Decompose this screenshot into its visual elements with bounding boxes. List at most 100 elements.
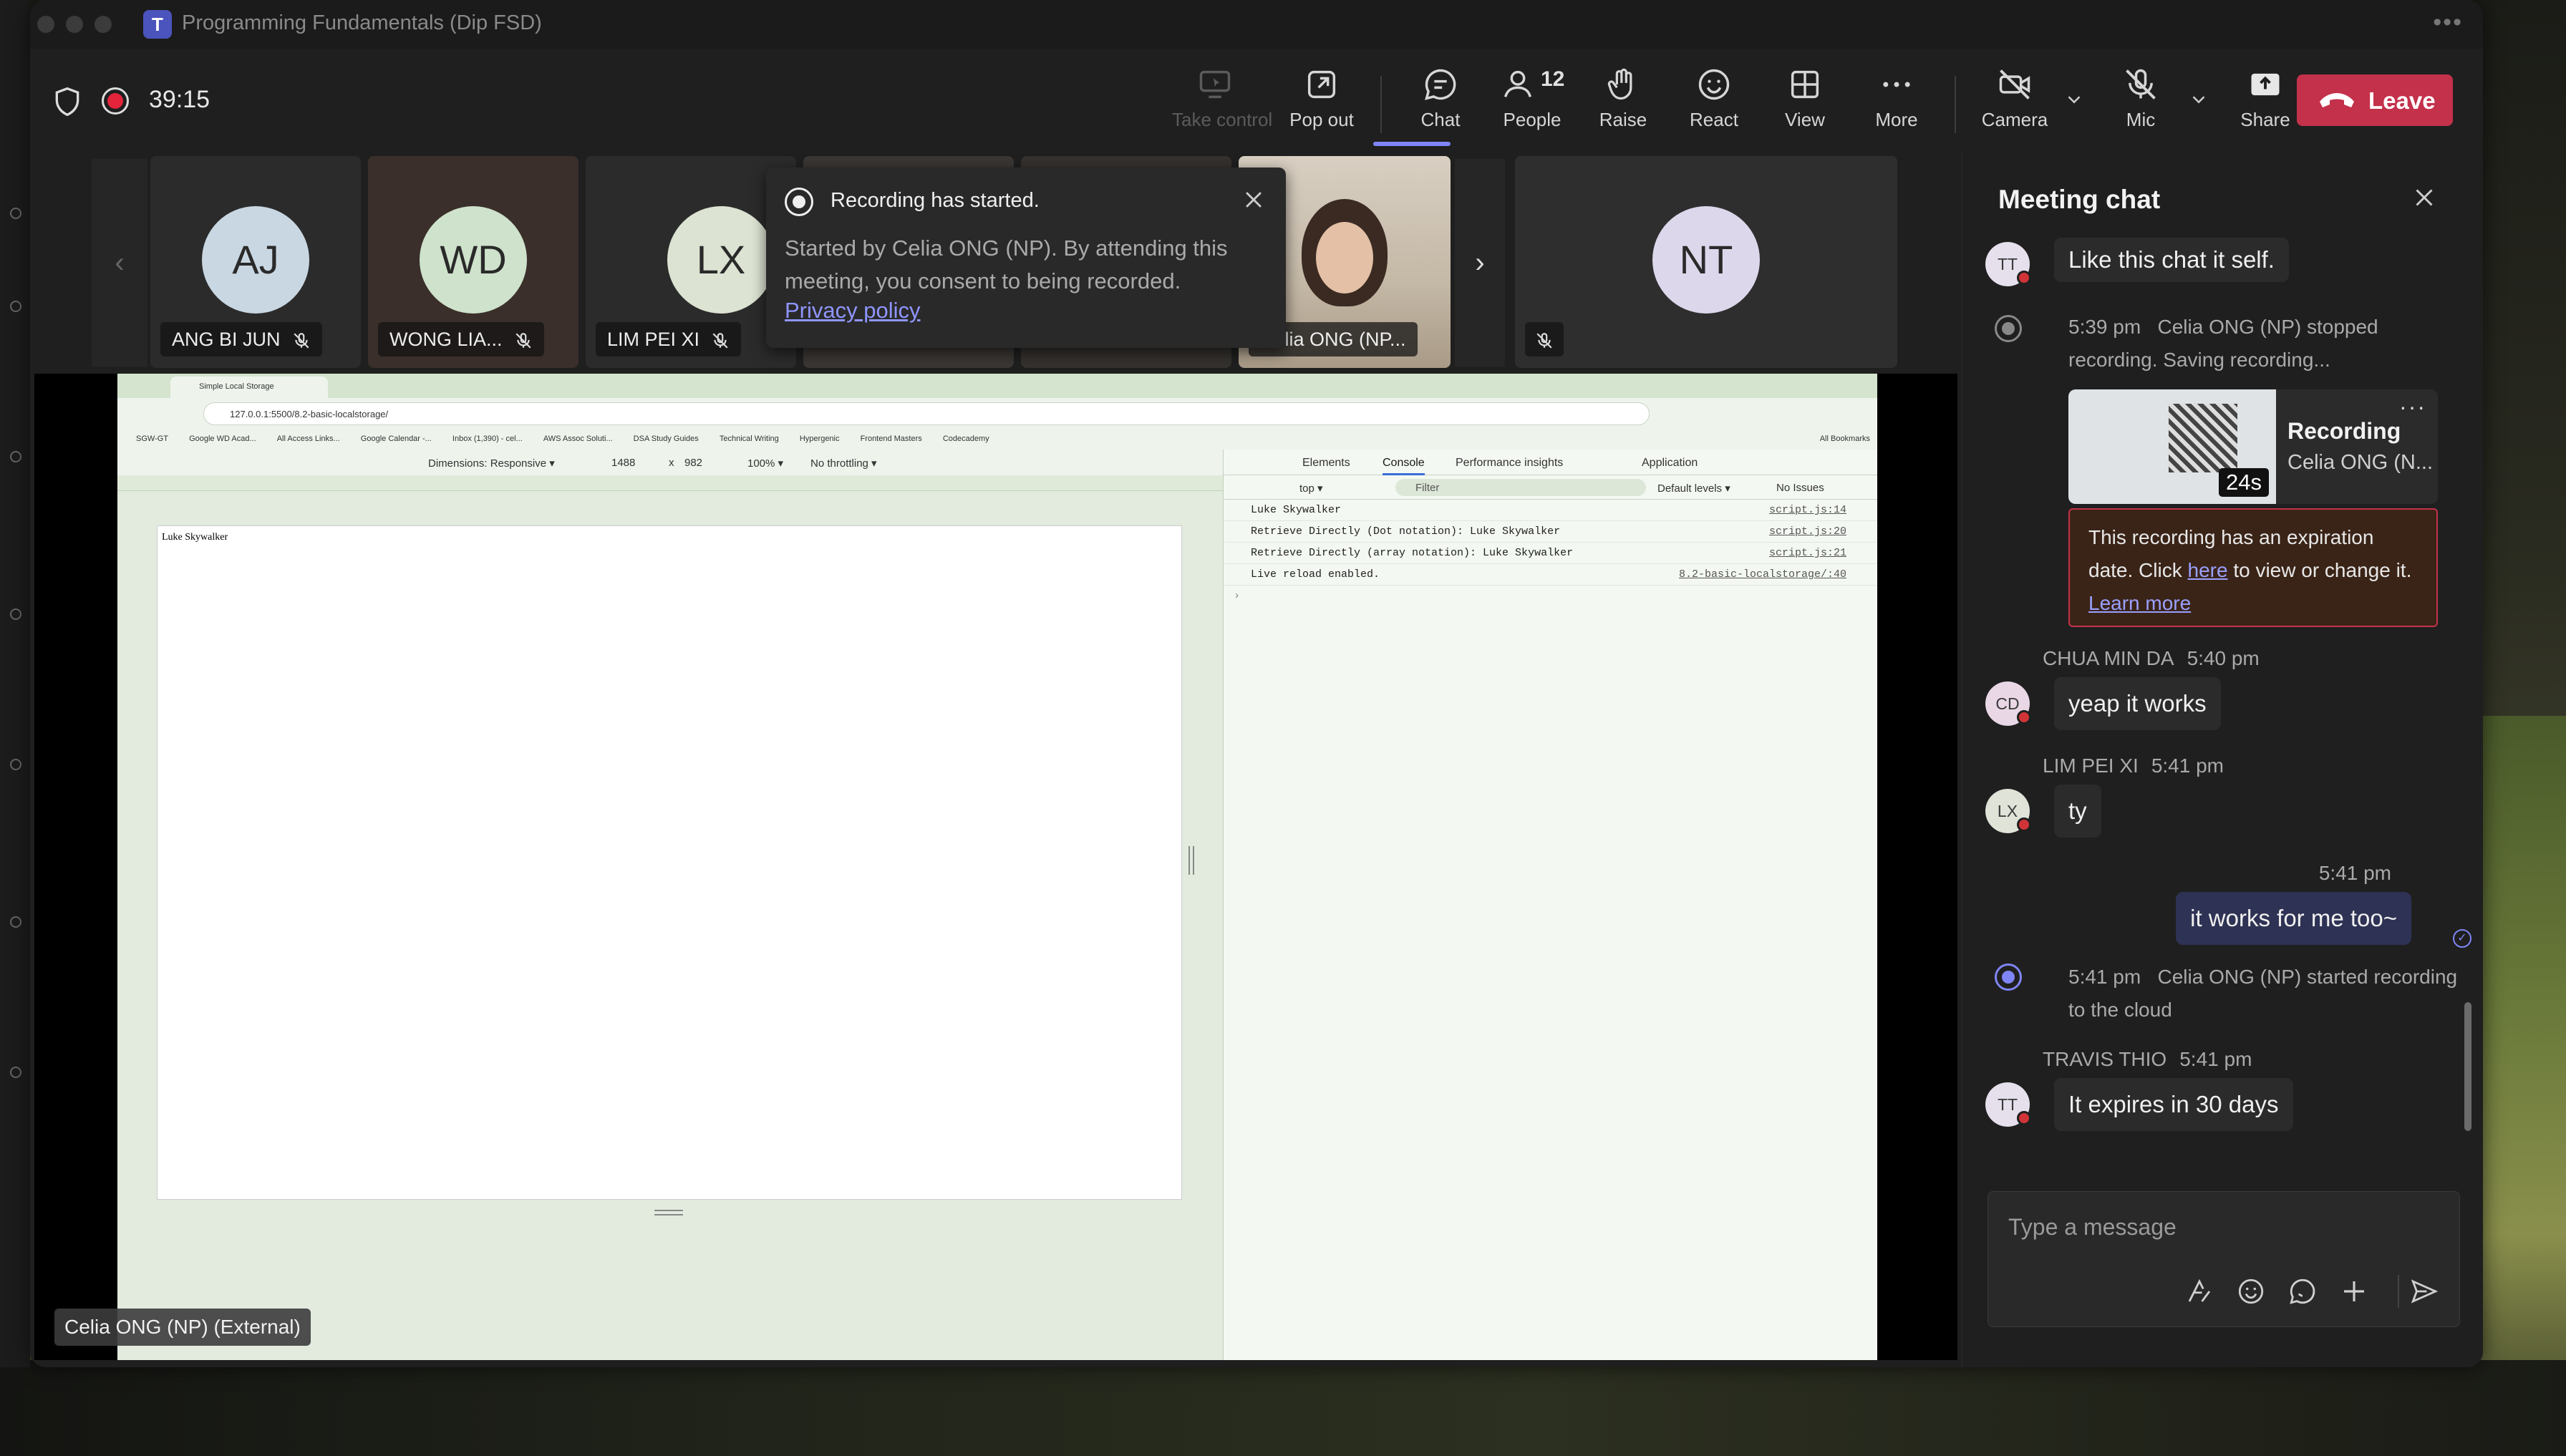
pop-out-button[interactable]: Pop out — [1279, 66, 1365, 145]
participant-tile[interactable]: AJ ANG BI JUN — [150, 156, 361, 368]
format-icon[interactable] — [2184, 1276, 2214, 1306]
message-time: 5:40 pm — [2187, 647, 2260, 669]
viewport-height-input[interactable]: 982 — [684, 457, 702, 469]
bookmark[interactable]: Hypergenic — [800, 435, 840, 443]
recording-icon — [785, 188, 813, 216]
bookmark[interactable]: Frontend Masters — [861, 435, 922, 443]
avatar: WD — [420, 206, 527, 314]
throttling-select[interactable]: No throttling ▾ — [810, 457, 877, 470]
participant-video-face — [1316, 222, 1373, 293]
shield-icon[interactable] — [52, 86, 83, 117]
chat-scrollbar[interactable] — [2464, 1002, 2471, 1131]
grid-view-icon — [1791, 70, 1819, 99]
console-line: Luke Skywalker script.js:14 — [1224, 500, 1877, 521]
raise-hand-button[interactable]: Raise — [1580, 66, 1666, 145]
camera-options-chevron-icon[interactable] — [2063, 89, 2085, 110]
message-input[interactable] — [2008, 1209, 2409, 1245]
console-source-link[interactable]: script.js:14 — [1769, 504, 1846, 516]
participant-name-tag — [1525, 322, 1564, 356]
muted-mic-icon — [1536, 333, 1552, 349]
console-source-link[interactable]: script.js:21 — [1769, 547, 1846, 559]
bookmark[interactable]: DSA Study Guides — [634, 435, 699, 443]
react-button[interactable]: React — [1671, 66, 1757, 145]
tab-performance-insights[interactable]: Performance insights — [1456, 457, 1563, 470]
shared-screen-stage: Simple Local Storage 127.0.0.1:5500/8.2-… — [34, 374, 1957, 1360]
all-bookmarks[interactable]: All Bookmarks — [1820, 435, 1870, 443]
close-icon[interactable] — [2411, 185, 2437, 210]
mic-button[interactable]: Mic — [2098, 66, 2184, 145]
sticker-icon[interactable] — [2287, 1276, 2318, 1306]
scroll-left-button[interactable]: ‹ — [92, 159, 147, 367]
browser-tab-bar: Simple Local Storage — [117, 374, 1877, 398]
console-filter-input[interactable]: Filter — [1395, 479, 1646, 496]
participant-tile[interactable]: NT — [1515, 156, 1897, 368]
log-levels-select[interactable]: Default levels ▾ — [1657, 482, 1730, 495]
chat-message[interactable]: It expires in 30 days — [2054, 1078, 2293, 1131]
mic-options-chevron-icon[interactable] — [2188, 89, 2209, 110]
participant-tile[interactable]: LX LIM PEI XI — [586, 156, 796, 368]
close-icon[interactable] — [1241, 188, 1266, 212]
url-field[interactable]: 127.0.0.1:5500/8.2-basic-localstorage/ — [203, 402, 1650, 425]
scroll-right-button[interactable]: › — [1455, 159, 1505, 367]
my-chat-message[interactable]: it works for me too~ — [2176, 892, 2411, 945]
context-select[interactable]: top ▾ — [1299, 482, 1323, 495]
participant-name-tag: WONG LIA... — [378, 322, 544, 356]
console-prompt[interactable]: › — [1224, 586, 1877, 607]
bookmark[interactable]: Google Calendar -... — [361, 435, 432, 443]
tab-application[interactable]: Application — [1642, 457, 1698, 470]
view-label: View — [1785, 109, 1825, 130]
message-time: 5:41 pm — [2151, 754, 2224, 777]
people-button[interactable]: 12 People — [1489, 66, 1575, 145]
recording-started-icon — [1995, 964, 2022, 991]
bookmark[interactable]: All Access Links... — [277, 435, 340, 443]
learn-more-link[interactable]: Learn more — [2088, 592, 2191, 614]
bookmark[interactable]: Codecademy — [943, 435, 989, 443]
issues-count[interactable]: No Issues — [1776, 482, 1824, 494]
viewport-width-input[interactable]: 1488 — [611, 457, 635, 469]
system-message: 5:39 pm Celia ONG (NP) stopped recording… — [2068, 311, 2469, 377]
bookmark[interactable]: Google WD Acad... — [189, 435, 256, 443]
more-button[interactable]: More — [1854, 66, 1940, 145]
people-count: 12 — [1541, 67, 1565, 91]
chat-message[interactable]: ty — [2054, 785, 2101, 838]
chat-message[interactable]: Like this chat it self. — [2054, 238, 2289, 282]
window-more-icon[interactable]: ••• — [2433, 9, 2463, 37]
take-control-button[interactable]: Take control — [1172, 66, 1272, 145]
resize-handle-right[interactable] — [1188, 846, 1194, 875]
view-button[interactable]: View — [1762, 66, 1848, 145]
bookmark[interactable]: SGW-GT — [136, 435, 168, 443]
maximize-window-button[interactable] — [95, 16, 112, 33]
emoji-icon[interactable] — [2236, 1276, 2266, 1306]
chat-message[interactable]: yeap it works — [2054, 677, 2221, 730]
chat-button[interactable]: Chat — [1398, 66, 1483, 145]
recording-card[interactable]: 24s Recording Celia ONG (N... ··· — [2068, 389, 2438, 504]
send-icon[interactable] — [2409, 1276, 2439, 1306]
expiration-here-link[interactable]: here — [2188, 559, 2228, 581]
resize-handle-bottom[interactable] — [654, 1210, 683, 1215]
tab-elements[interactable]: Elements — [1302, 457, 1350, 470]
tab-console[interactable]: Console — [1383, 457, 1425, 475]
bookmark[interactable]: Inbox (1,390) - cel... — [452, 435, 523, 443]
mic-off-icon — [2126, 69, 2156, 100]
dimensions-select[interactable]: Dimensions: Responsive ▾ — [428, 457, 555, 470]
leave-button[interactable]: Leave — [2297, 74, 2453, 126]
camera-button[interactable]: Camera — [1972, 66, 2058, 145]
presence-busy-icon — [2017, 1111, 2031, 1125]
close-window-button[interactable] — [37, 16, 54, 33]
browser-tab[interactable]: Simple Local Storage — [170, 377, 328, 398]
zoom-select[interactable]: 100% ▾ — [747, 457, 783, 470]
console-source-link[interactable]: script.js:20 — [1769, 525, 1846, 538]
people-icon — [1504, 70, 1532, 97]
participant-name: LIM PEI XI — [607, 329, 700, 350]
chat-label: Chat — [1420, 109, 1461, 130]
minimize-window-button[interactable] — [66, 16, 83, 33]
recording-more-icon[interactable]: ··· — [2399, 394, 2426, 420]
bookmark[interactable]: Technical Writing — [720, 435, 779, 443]
add-icon[interactable] — [2339, 1276, 2369, 1306]
share-button[interactable]: Share — [2222, 66, 2308, 145]
participant-tile[interactable]: WD WONG LIA... — [368, 156, 578, 368]
privacy-policy-link[interactable]: Privacy policy — [785, 298, 921, 324]
bookmark[interactable]: AWS Assoc Soluti... — [543, 435, 613, 443]
console-source-link[interactable]: 8.2-basic-localstorage/:40 — [1679, 568, 1846, 581]
more-icon — [1883, 82, 1910, 87]
